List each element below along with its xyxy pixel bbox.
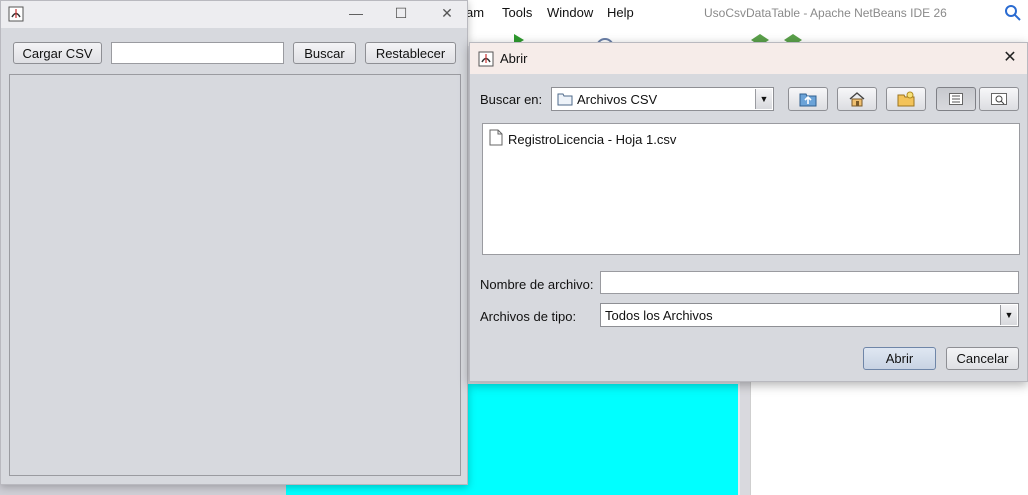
file-icon <box>489 129 503 149</box>
java-app-icon <box>478 51 494 67</box>
dialog-titlebar[interactable]: Abrir ✕ <box>470 43 1027 74</box>
ide-left-panel <box>0 485 286 495</box>
list-view-button[interactable] <box>936 87 976 111</box>
new-folder-button[interactable] <box>886 87 926 111</box>
main-titlebar[interactable]: — ☐ ✕ <box>1 1 467 28</box>
search-button[interactable]: Buscar <box>293 42 356 64</box>
open-button[interactable]: Abrir <box>863 347 936 370</box>
dialog-title: Abrir <box>500 51 528 66</box>
details-view-button[interactable] <box>979 87 1019 111</box>
search-icon[interactable] <box>1004 4 1022 25</box>
ide-title: UsoCsvDataTable - Apache NetBeans IDE 26 <box>704 6 947 20</box>
filename-field[interactable] <box>600 271 1019 294</box>
list-item[interactable]: RegistroLicencia - Hoja 1.csv <box>489 129 676 149</box>
menu-help[interactable]: Help <box>607 5 634 20</box>
reset-button[interactable]: Restablecer <box>365 42 456 64</box>
file-list[interactable]: RegistroLicencia - Hoja 1.csv <box>482 123 1020 255</box>
java-app-icon <box>8 6 24 22</box>
filetype-value: Todos los Archivos <box>605 308 713 323</box>
file-name: RegistroLicencia - Hoja 1.csv <box>508 131 677 147</box>
new-folder-icon <box>897 91 915 107</box>
filetype-combo[interactable]: Todos los Archivos ▼ <box>600 303 1019 327</box>
home-icon <box>849 92 865 107</box>
chevron-down-icon[interactable]: ▼ <box>755 89 772 109</box>
look-in-label: Buscar en: <box>480 92 543 107</box>
filetype-label: Archivos de tipo: <box>480 309 577 324</box>
open-dialog: Abrir ✕ Buscar en: Archivos CSV ▼ Regist… <box>469 42 1028 382</box>
maximize-button[interactable]: ☐ <box>381 3 421 25</box>
up-folder-icon <box>799 93 817 107</box>
home-button[interactable] <box>837 87 877 111</box>
filename-label: Nombre de archivo: <box>480 277 594 292</box>
splitter[interactable] <box>740 382 750 495</box>
ide-editor-area <box>750 382 1028 495</box>
search-input[interactable] <box>111 42 284 64</box>
folder-icon <box>557 92 573 109</box>
menu-window[interactable]: Window <box>547 5 593 20</box>
list-view-icon <box>949 93 963 105</box>
main-window: — ☐ ✕ Cargar CSV Buscar Restablecer <box>0 0 468 485</box>
minimize-button[interactable]: — <box>336 3 376 25</box>
chevron-down-icon[interactable]: ▼ <box>1000 305 1017 325</box>
table-area[interactable] <box>9 74 461 476</box>
cancel-button[interactable]: Cancelar <box>946 347 1019 370</box>
menu-tools[interactable]: Tools <box>502 5 532 20</box>
up-folder-button[interactable] <box>788 87 828 111</box>
menu-team[interactable]: am <box>466 5 484 20</box>
load-csv-button[interactable]: Cargar CSV <box>13 42 102 64</box>
ide-menubar: am Tools Window Help UsoCsvDataTable - A… <box>466 0 1028 26</box>
details-view-icon <box>991 93 1007 105</box>
look-in-value: Archivos CSV <box>577 92 658 107</box>
look-in-combo[interactable]: Archivos CSV ▼ <box>551 87 774 111</box>
dialog-close-button[interactable]: ✕ <box>999 48 1021 68</box>
close-button[interactable]: ✕ <box>427 3 467 25</box>
